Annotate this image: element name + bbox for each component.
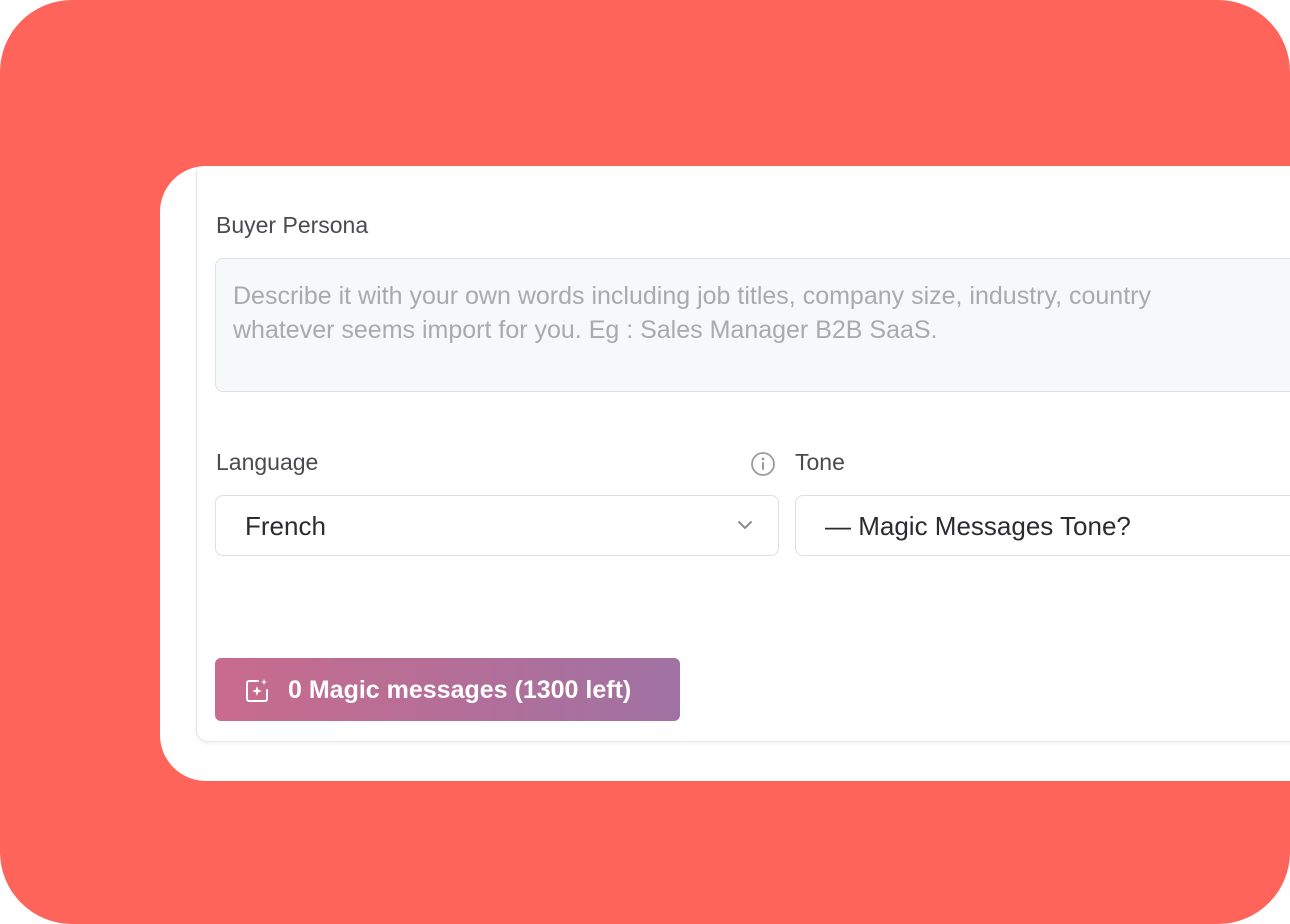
- magic-messages-button[interactable]: 0 Magic messages (1300 left): [215, 658, 680, 721]
- chevron-down-icon: [736, 516, 754, 534]
- buyer-persona-textarea[interactable]: Describe it with your own words includin…: [215, 258, 1290, 392]
- magic-sparkle-icon: [243, 677, 271, 705]
- buyer-persona-label: Buyer Persona: [216, 212, 369, 238]
- magic-messages-label: 0 Magic messages (1300 left): [288, 676, 632, 704]
- form-panel: [196, 170, 1290, 742]
- buyer-persona-placeholder: Describe it with your own words includin…: [233, 279, 1290, 347]
- language-label: Language: [216, 449, 319, 475]
- language-select[interactable]: French: [215, 495, 779, 556]
- background-frame: Buyer Persona Describe it with your own …: [0, 0, 1290, 924]
- info-icon[interactable]: [750, 451, 776, 477]
- placeholder-line-1: Describe it with your own words includin…: [233, 282, 1151, 310]
- tone-value: — Magic Messages Tone?: [825, 511, 1131, 541]
- placeholder-line-2: whatever seems import for you. Eg : Sale…: [233, 316, 938, 344]
- tone-select[interactable]: — Magic Messages Tone?: [795, 495, 1290, 556]
- tone-label: Tone: [795, 449, 845, 475]
- language-value: French: [245, 511, 326, 541]
